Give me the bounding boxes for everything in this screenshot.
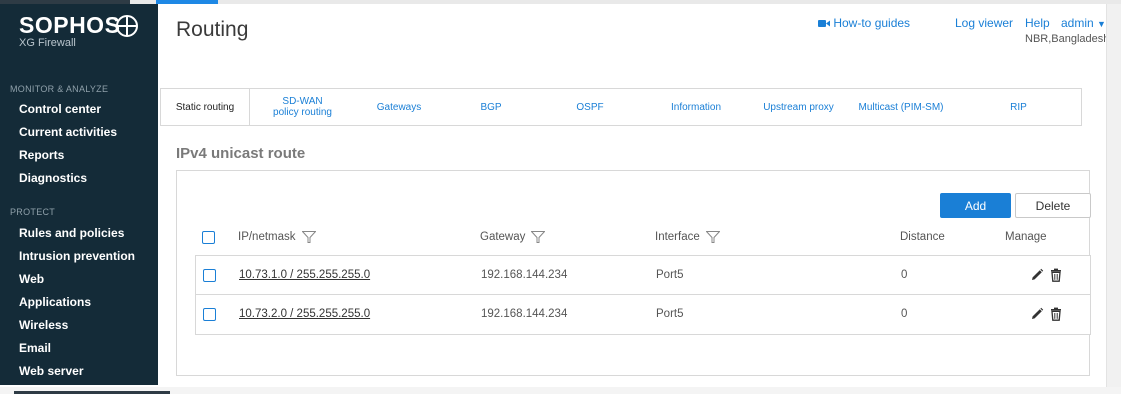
- row-checkbox[interactable]: [203, 269, 216, 282]
- sidebar-item-email[interactable]: Email: [19, 341, 51, 355]
- logo[interactable]: SOPHOS XG Firewall: [19, 12, 120, 49]
- tab-information[interactable]: Information: [641, 89, 751, 125]
- admin-label: admin: [1061, 16, 1094, 30]
- tab-gateways[interactable]: Gateways: [355, 89, 443, 125]
- tab-sdwan-policy-routing[interactable]: SD-WAN policy routing: [250, 89, 355, 125]
- help-link[interactable]: Help: [1025, 16, 1050, 30]
- routes-panel: Add Delete IP/netmask Gateway Interface …: [176, 170, 1091, 376]
- route-interface: Port5: [656, 269, 684, 281]
- add-button[interactable]: Add: [940, 193, 1011, 218]
- route-interface: Port5: [656, 308, 684, 320]
- column-interface-label: Interface: [655, 231, 700, 243]
- sidebar: SOPHOS XG Firewall MONITOR & ANALYZE Con…: [0, 4, 158, 385]
- section-title: IPv4 unicast route: [176, 145, 306, 162]
- tab-bgp[interactable]: BGP: [443, 89, 539, 125]
- edit-pencil-icon[interactable]: [1030, 307, 1044, 321]
- caret-down-icon: ▼: [1097, 19, 1106, 29]
- sidebar-section-monitor: MONITOR & ANALYZE: [10, 84, 109, 94]
- column-gateway: Gateway: [480, 231, 546, 243]
- table-row: 10.73.2.0 / 255.255.255.0 192.168.144.23…: [195, 295, 1091, 335]
- log-viewer-link[interactable]: Log viewer: [955, 16, 1013, 30]
- row-checkbox[interactable]: [203, 308, 216, 321]
- trash-icon[interactable]: [1049, 307, 1063, 321]
- howto-guides-label: How-to guides: [833, 16, 911, 30]
- route-ip-link[interactable]: 10.73.2.0 / 255.255.255.0: [239, 308, 370, 320]
- sidebar-section-protect: PROTECT: [10, 207, 56, 217]
- sidebar-item-rules-and-policies[interactable]: Rules and policies: [19, 226, 124, 240]
- main-content: Routing How-to guides Log viewer Help ad…: [158, 4, 1109, 387]
- admin-menu[interactable]: admin ▼: [1061, 16, 1106, 30]
- route-distance: 0: [901, 269, 908, 281]
- tab-ospf[interactable]: OSPF: [539, 89, 641, 125]
- trash-icon[interactable]: [1049, 268, 1063, 282]
- select-all-checkbox[interactable]: [202, 231, 215, 244]
- sidebar-item-control-center[interactable]: Control center: [19, 102, 101, 116]
- tab-static-routing[interactable]: Static routing: [161, 89, 250, 125]
- bottom-strip: [0, 387, 1121, 394]
- sidebar-item-wireless[interactable]: Wireless: [19, 318, 68, 332]
- column-interface: Interface: [655, 231, 720, 243]
- route-gateway: 192.168.144.234: [481, 269, 568, 281]
- admin-location: NBR,Bangladesh: [1025, 33, 1110, 45]
- tab-bar: Static routing SD-WAN policy routing Gat…: [160, 88, 1082, 126]
- filter-icon[interactable]: [531, 231, 546, 243]
- sidebar-item-intrusion-prevention[interactable]: Intrusion prevention: [19, 249, 135, 263]
- tab-upstream-proxy[interactable]: Upstream proxy: [751, 89, 846, 125]
- route-distance: 0: [901, 308, 908, 320]
- window-edge: [1106, 4, 1121, 387]
- edit-pencil-icon[interactable]: [1030, 268, 1044, 282]
- column-distance: Distance: [900, 231, 945, 243]
- sophos-globe-icon: [116, 15, 138, 37]
- column-manage: Manage: [1005, 231, 1047, 243]
- column-gateway-label: Gateway: [480, 231, 526, 243]
- sidebar-item-reports[interactable]: Reports: [19, 148, 64, 162]
- table-header: IP/netmask Gateway Interface Distance Ma…: [177, 223, 1091, 253]
- filter-icon[interactable]: [301, 231, 316, 243]
- table-row: 10.73.1.0 / 255.255.255.0 192.168.144.23…: [195, 255, 1091, 295]
- tab-multicast[interactable]: Multicast (PIM-SM): [846, 89, 956, 125]
- column-ip-netmask: IP/netmask: [238, 231, 316, 243]
- howto-guides-link[interactable]: How-to guides: [818, 16, 910, 30]
- video-icon: [818, 20, 830, 27]
- route-ip-link[interactable]: 10.73.1.0 / 255.255.255.0: [239, 269, 370, 281]
- delete-button[interactable]: Delete: [1015, 193, 1091, 218]
- sidebar-item-current-activities[interactable]: Current activities: [19, 125, 117, 139]
- sidebar-item-web-server[interactable]: Web server: [19, 364, 83, 378]
- tab-rip[interactable]: RIP: [956, 89, 1081, 125]
- sidebar-item-applications[interactable]: Applications: [19, 295, 91, 309]
- sidebar-item-web[interactable]: Web: [19, 272, 44, 286]
- brand-name: SOPHOS: [19, 12, 121, 38]
- route-gateway: 192.168.144.234: [481, 308, 568, 320]
- column-ip-netmask-label: IP/netmask: [238, 231, 296, 243]
- page-title: Routing: [176, 18, 249, 41]
- sidebar-item-diagnostics[interactable]: Diagnostics: [19, 171, 87, 185]
- filter-icon[interactable]: [705, 231, 720, 243]
